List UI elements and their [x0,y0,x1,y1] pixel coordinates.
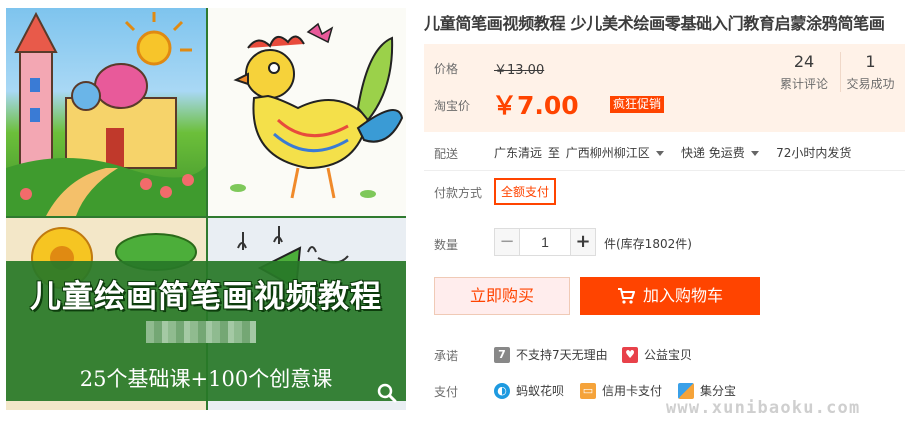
image-banner: 儿童绘画简笔画视频教程 25个基础课+100个创意课 [6,261,406,401]
huabei-icon: ◐ [494,382,510,399]
sales-stat: 1 交易成功 [840,52,900,92]
zoom-icon[interactable] [376,382,398,404]
reviews-label: 累计评论 [779,77,828,91]
quantity-label: 数量 [434,238,459,252]
shipping-row: 广东清远 至 广西柳州柳江区 快递 免运费 72小时内发货 [494,144,853,161]
dispatch-time: 72小时内发货 [776,146,852,160]
add-to-cart-label: 加入购物车 [642,286,723,305]
ship-to-select[interactable]: 广西柳州柳江区 [566,146,664,160]
product-image[interactable]: 儿童绘画简笔画视频教程 25个基础课+100个创意课 [6,8,406,410]
credit-card-icon: ▭ [580,382,596,399]
quantity-input[interactable] [519,228,571,256]
chevron-down-icon [750,151,759,156]
pay-text: 信用卡支付 [602,384,663,398]
chevron-down-icon [655,151,664,156]
rooster-illustration [208,8,406,216]
ship-method-select[interactable]: 快递 免运费 [681,146,759,160]
pay-text: 蚂蚁花呗 [516,384,565,398]
ship-from: 广东清远 [494,146,543,160]
reviews-stat[interactable]: 24 累计评论 [776,52,832,92]
credit-card-item[interactable]: ▭ 信用卡支付 [580,382,662,399]
jifenbao-icon [678,382,694,399]
divider [424,170,905,171]
pay-text: 集分宝 [700,384,737,398]
quantity-increase-button[interactable]: + [570,228,596,256]
sales-label: 交易成功 [846,77,895,91]
charity-item[interactable]: ♥ 公益宝贝 [622,346,692,363]
product-title: 儿童简笔画视频教程 少儿美术绘画零基础入门教育启蒙涂鸦简笔画 [424,14,885,33]
banner-title: 儿童绘画简笔画视频教程 [30,279,382,315]
full-payment-option[interactable]: 全额支付 [494,178,557,205]
promo-badge: 疯狂促销 [610,96,665,113]
price-panel: 价格 ￥13.00 淘宝价 ￥7.00 疯狂促销 24 累计评论 1 交易成功 [424,44,905,132]
seven-day-icon: 7 [494,346,510,363]
jifenbao-item[interactable]: 集分宝 [678,382,736,399]
site-watermark: www.xunibaoku.com [666,398,861,418]
pay-label: 支付 [434,385,459,399]
cart-icon [617,288,635,304]
payment-method-label: 付款方式 [434,186,483,200]
ship-to-word: 至 [547,146,560,160]
sale-price: ￥7.00 [492,91,579,120]
reviews-count: 24 [793,52,815,71]
ship-to-value: 广西柳州柳江区 [565,146,650,160]
original-price: ￥13.00 [494,63,545,78]
promise-text: 不支持7天无理由 [516,348,608,362]
banner-subtitle: 25个基础课+100个创意课 [79,367,333,391]
huabei-item[interactable]: ◐ 蚂蚁花呗 [494,382,564,399]
blurred-watermark [146,321,256,343]
price-label: 价格 [434,62,459,76]
promise-label: 承诺 [434,349,459,363]
promise-text: 公益宝贝 [644,348,693,362]
stock-text: 件(库存1802件) [604,237,692,251]
no-7day-return-item[interactable]: 7 不支持7天无理由 [494,346,608,363]
castle-illustration [6,8,206,216]
buy-now-button[interactable]: 立即购买 [434,277,570,315]
sales-count: 1 [865,52,876,71]
taobao-price-label: 淘宝价 [434,99,471,113]
add-to-cart-button[interactable]: 加入购物车 [580,277,760,315]
charity-heart-icon: ♥ [622,346,638,363]
quantity-decrease-button[interactable]: − [494,228,520,256]
ship-method-value: 快递 免运费 [680,146,745,160]
shipping-label: 配送 [434,147,459,161]
